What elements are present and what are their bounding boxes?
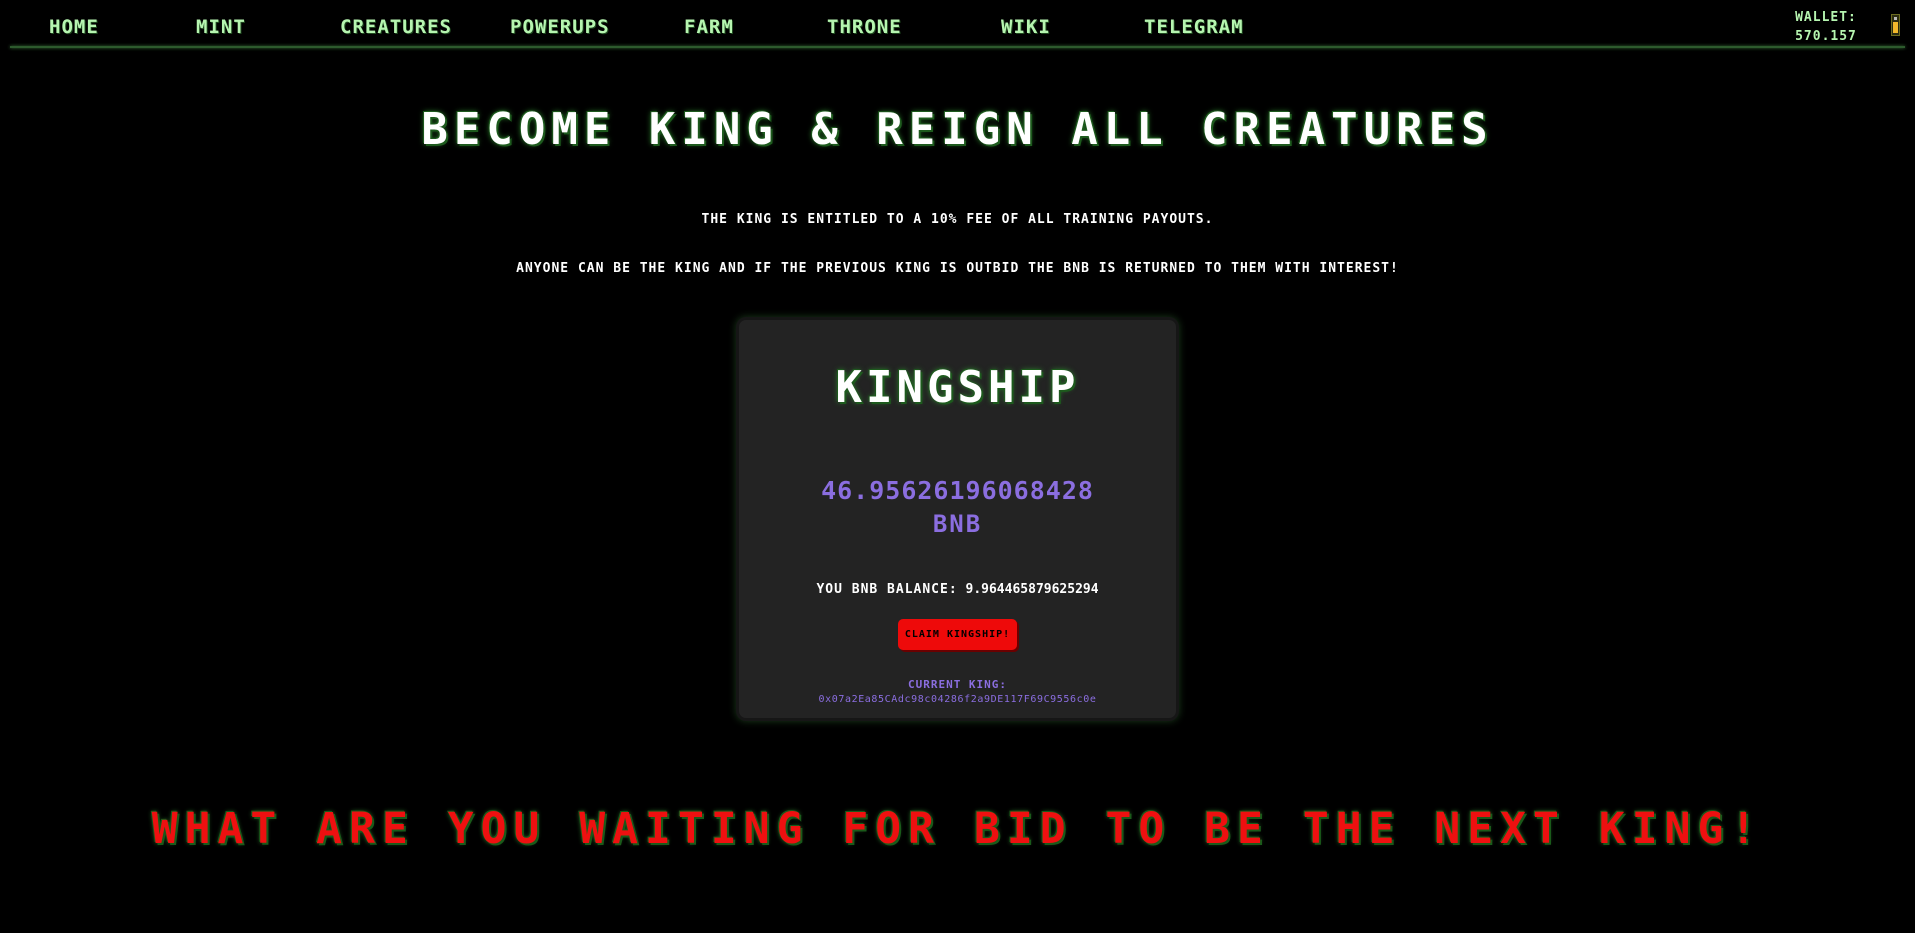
nav-powerups[interactable]: POWERUPS bbox=[510, 15, 610, 39]
top-nav: HOME MINT CREATURES POWERUPS FARM THRONE… bbox=[0, 0, 1915, 48]
kingship-card: KINGSHIP 46.95626196068428 BNB YOU BNB B… bbox=[736, 317, 1179, 721]
bid-call-to-action: WHAT ARE YOU WAITING FOR BID TO BE THE N… bbox=[151, 804, 1764, 854]
claim-kingship-button[interactable]: CLAIM KINGSHIP! bbox=[898, 619, 1017, 650]
balance-row: YOU BNB BALANCE: 9.964465879625294 bbox=[739, 582, 1176, 597]
wallet-display: WALLET: 570.157 bbox=[1780, 8, 1872, 46]
nav-telegram[interactable]: TELEGRAM bbox=[1144, 15, 1244, 39]
card-title: KINGSHIP bbox=[835, 362, 1080, 413]
nav-creatures[interactable]: CREATURES bbox=[340, 15, 452, 39]
wallet-label: WALLET: bbox=[1795, 10, 1857, 25]
outbid-description: ANYONE CAN BE THE KING AND IF THE PREVIO… bbox=[516, 261, 1399, 276]
page-title: BECOME KING & REIGN ALL CREATURES bbox=[421, 104, 1494, 155]
kingship-currency: BNB bbox=[932, 510, 983, 538]
nav-mint[interactable]: MINT bbox=[196, 15, 246, 39]
wallet-value: 570.157 bbox=[1795, 29, 1857, 44]
battery-icon[interactable] bbox=[1891, 14, 1900, 36]
current-king-address: 0x07a2Ea85CAdc98c04286f2a9DE117F69C9556c… bbox=[818, 694, 1097, 705]
nav-home[interactable]: HOME bbox=[49, 15, 99, 39]
nav-wiki[interactable]: WIKI bbox=[1001, 15, 1051, 39]
fee-description: THE KING IS ENTITLED TO A 10% FEE OF ALL… bbox=[701, 212, 1214, 227]
balance-label: YOU BNB BALANCE: bbox=[816, 582, 958, 597]
current-king-label: CURRENT KING: bbox=[907, 678, 1008, 691]
kingship-price: 46.95626196068428 bbox=[821, 476, 1094, 505]
nav-divider bbox=[10, 46, 1905, 48]
nav-throne[interactable]: THRONE bbox=[827, 15, 902, 39]
balance-value: 9.964465879625294 bbox=[965, 582, 1099, 597]
nav-farm[interactable]: FARM bbox=[684, 15, 734, 39]
